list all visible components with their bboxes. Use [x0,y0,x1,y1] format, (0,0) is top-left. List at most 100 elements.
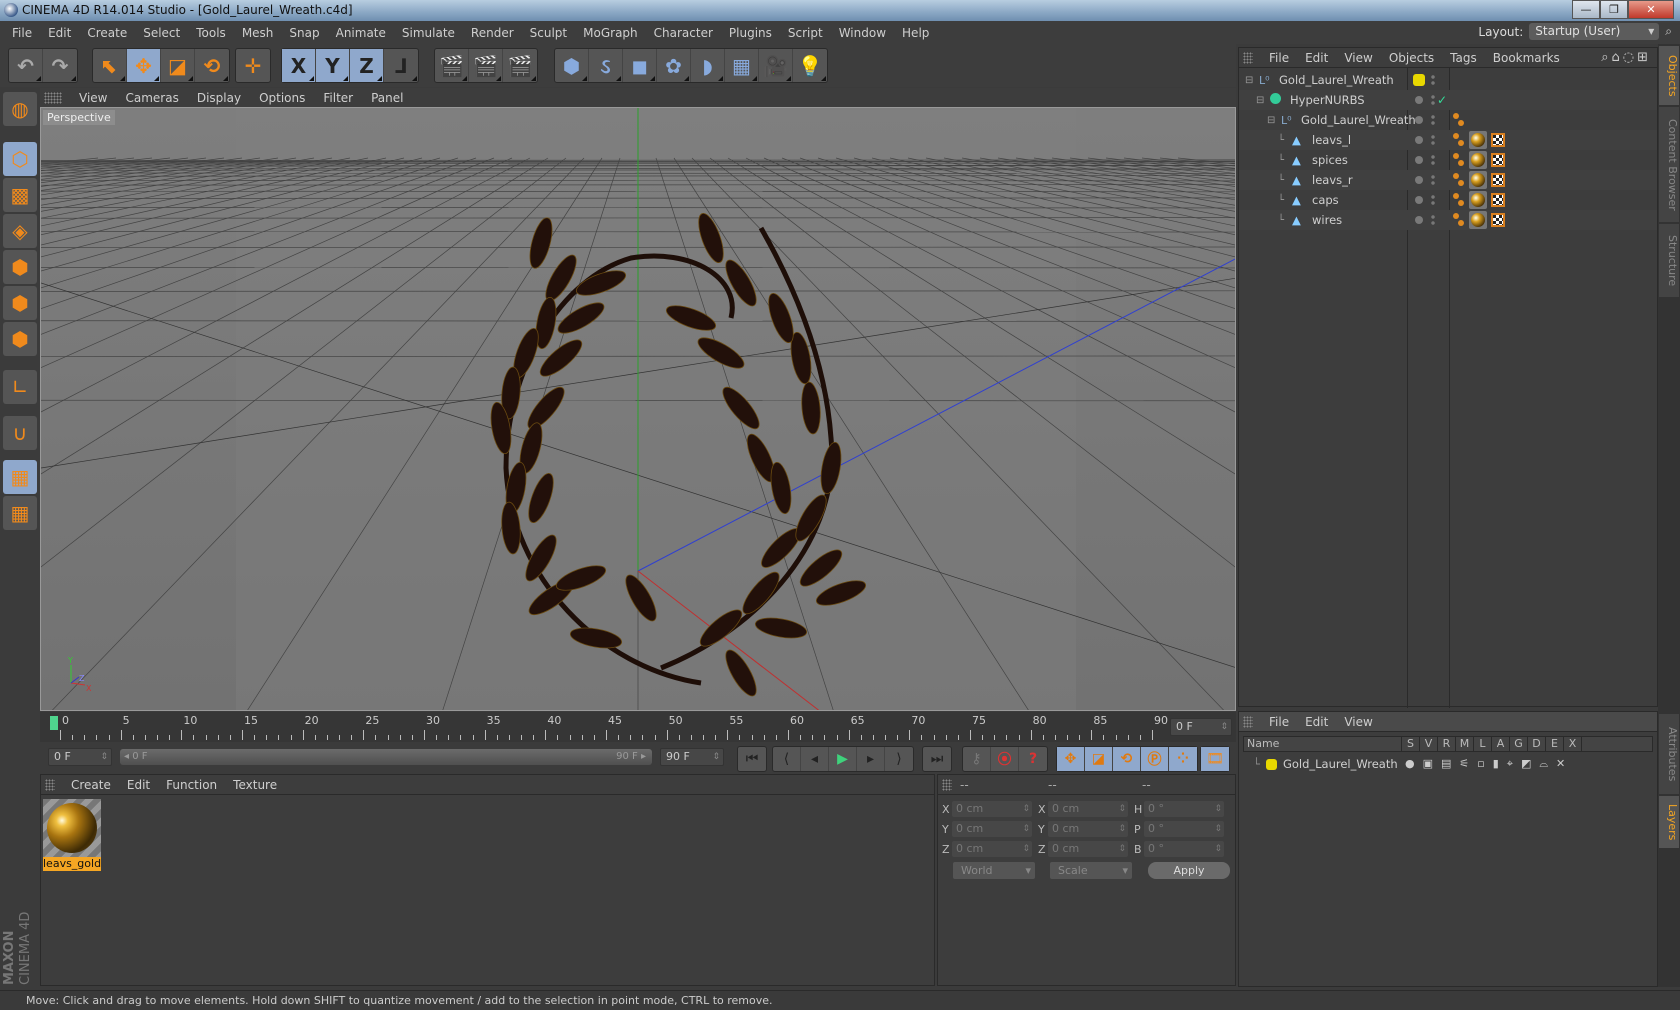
new-panel-icon[interactable]: ⊞ [1637,50,1651,65]
layout-dropdown[interactable]: Startup (User) [1529,23,1660,40]
layer-col-d[interactable]: D [1528,737,1546,751]
layer-dot[interactable] [1415,196,1423,204]
texture-mode-button[interactable]: ▩ [3,178,37,212]
object-row[interactable]: └ ▲ leavs_r [1239,170,1657,190]
visibility-toggle[interactable] [1431,174,1435,186]
home-icon[interactable]: ⌂ [1611,50,1622,65]
make-editable-button[interactable]: ◍ [3,92,37,126]
material-leavs-gold[interactable]: leavs_gold [43,799,101,871]
side-tab-layers[interactable]: Layers [1659,796,1679,848]
rotate-button[interactable]: ⟲ [195,49,229,82]
keyframe-selection-button[interactable]: ? [1019,747,1047,771]
live-selection-button[interactable]: ⬉ [93,49,127,82]
layer-dot[interactable] [1415,96,1423,104]
side-tab-structure[interactable]: Structure [1659,224,1679,297]
side-tab-attributes[interactable]: Attributes [1659,714,1679,794]
viewport-menu-panel[interactable]: Panel [362,91,412,105]
uvw-tag-icon[interactable] [1491,213,1505,227]
size-x-field[interactable]: 0 cm [1048,801,1128,817]
visibility-toggle[interactable] [1431,94,1435,106]
menu-snap[interactable]: Snap [281,26,327,40]
edges-mode-button[interactable]: ⬢ [3,286,37,320]
material-tag-icon[interactable] [1469,171,1487,189]
visibility-toggle[interactable] [1431,194,1435,206]
playhead[interactable] [50,716,58,730]
material-menu-edit[interactable]: Edit [119,778,158,792]
material-menu-create[interactable]: Create [63,778,119,792]
object-menu-edit[interactable]: Edit [1297,51,1336,65]
phong-tag-icon[interactable] [1453,193,1459,199]
timeline-button[interactable]: 🎞 [1201,747,1229,771]
coordinate-mode-dropdown[interactable]: Scale ▾ [1050,862,1132,879]
scale-button[interactable]: ◪ [161,49,195,82]
menu-mesh[interactable]: Mesh [234,26,282,40]
object-row[interactable]: └ ▲ wires [1239,210,1657,230]
object-menu-tags[interactable]: Tags [1442,51,1485,65]
layer-col-m[interactable]: M [1456,737,1474,751]
camera-button[interactable]: 🎥 [759,49,793,82]
menu-render[interactable]: Render [463,26,522,40]
coordinate-space-dropdown[interactable]: World ▾ [953,862,1035,879]
material-tag-icon[interactable] [1469,151,1487,169]
end-frame-field[interactable]: 90 F ⇕ [660,748,724,766]
collapse-toggle[interactable]: ⊟ [1267,115,1275,126]
y-axis-button[interactable]: Y [316,49,350,82]
viewport-menu-display[interactable]: Display [188,91,250,105]
move-button[interactable]: ✥ [127,49,161,82]
layer-color-swatch[interactable] [1413,74,1425,86]
menu-create[interactable]: Create [79,26,135,40]
object-menu-view[interactable]: View [1336,51,1380,65]
frame-range-slider[interactable]: ◂ 0 F 90 F ▸ [120,749,652,765]
mograph-cloner-button[interactable]: ✿ [657,49,691,82]
side-tab-content-browser[interactable]: Content Browser [1659,107,1679,222]
start-frame-field[interactable]: 0 F ⇕ [48,748,112,766]
menu-tools[interactable]: Tools [188,26,234,40]
snapping-button[interactable]: ∪ [3,416,37,450]
object-name[interactable]: Gold_Laurel_Wreath [1279,73,1394,87]
panel-grip[interactable] [1243,715,1253,728]
layer-col-x[interactable]: X [1564,737,1582,751]
layer-dot[interactable] [1415,136,1423,144]
panel-grip[interactable] [942,778,952,791]
light-button[interactable]: 💡 [793,49,827,82]
uvw-tag-icon[interactable] [1491,153,1505,167]
viewport-menu-options[interactable]: Options [250,91,314,105]
panel-grip[interactable] [1243,51,1253,64]
go-to-end-button[interactable]: ⏭ [923,747,951,771]
object-row[interactable]: └ ▲ leavs_l [1239,130,1657,150]
visibility-toggle[interactable] [1431,74,1435,86]
position-x-field[interactable]: 0 cm [952,801,1032,817]
material-menu-texture[interactable]: Texture [225,778,285,792]
layer-menu-file[interactable]: File [1261,715,1297,729]
layer-col-s[interactable]: S [1402,737,1420,751]
key-point-level-button[interactable]: ⁘ [1169,747,1197,771]
key-parameter-button[interactable]: Ⓟ [1141,747,1169,771]
menu-animate[interactable]: Animate [328,26,394,40]
layer-col-name[interactable]: Name [1244,737,1402,751]
floor-button[interactable]: ▦ [725,49,759,82]
close-button[interactable]: ✕ [1628,0,1674,19]
layer-dot[interactable] [1415,116,1423,124]
cube-button[interactable]: ⬢ [555,49,589,82]
layer-col-e[interactable]: E [1546,737,1564,751]
object-row[interactable]: └ ▲ spices [1239,150,1657,170]
phong-tag-icon[interactable] [1453,133,1459,139]
layer-row[interactable]: └ Gold_Laurel_Wreath ●▣▤⚟▫▮⌖◩⌓✕ [1243,754,1653,774]
visibility-toggle[interactable] [1431,114,1435,126]
key-position-button[interactable]: ✥ [1057,747,1085,771]
menu-simulate[interactable]: Simulate [394,26,463,40]
layer-col-r[interactable]: R [1438,737,1456,751]
menu-window[interactable]: Window [831,26,894,40]
collapse-toggle[interactable]: ⊟ [1256,95,1264,106]
z-axis-button[interactable]: Z [350,49,384,82]
coordinate-system-button[interactable]: ⅃ [384,49,418,82]
x-axis-button[interactable]: X [282,49,316,82]
visibility-toggle[interactable] [1431,134,1435,146]
phong-tag-icon[interactable] [1453,113,1459,119]
layer-col-g[interactable]: G [1510,737,1528,751]
object-row[interactable]: ⊟ HyperNURBS ✓ [1239,90,1657,110]
layer-col-a[interactable]: A [1492,737,1510,751]
record-keyframe-button[interactable]: ⚷ [963,747,991,771]
points-mode-button[interactable]: ⬢ [3,250,37,284]
side-tab-objects[interactable]: Objects [1659,46,1679,105]
